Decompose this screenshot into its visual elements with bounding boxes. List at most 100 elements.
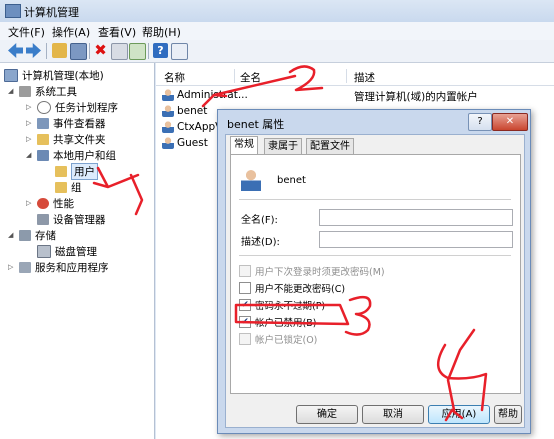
cannot-change-password-checkbox[interactable]: 用户不能更改密码(C) [239, 281, 345, 295]
device-manager-icon [37, 213, 49, 225]
performance-icon [37, 197, 49, 209]
tree-item-local-users-groups[interactable]: ◢ 本地用户和组 [26, 147, 116, 163]
apply-button[interactable]: 应用(A) [428, 405, 490, 424]
password-never-expires-checkbox[interactable]: ✔ 密码永不过期(P) [239, 298, 325, 312]
divider [239, 255, 511, 256]
tab-member-of[interactable]: 隶属于 [264, 138, 302, 154]
computer-management-icon [5, 4, 21, 18]
tree-item-performance[interactable]: ▷ 性能 [26, 195, 74, 211]
up-folder-icon[interactable] [52, 43, 67, 58]
dialog-title: benet 属性 [227, 118, 285, 131]
tree-item-shared-folders[interactable]: ▷ 共享文件夹 [26, 131, 106, 147]
column-fullname[interactable]: 全名 [240, 70, 261, 85]
check-icon: ✔ [239, 316, 251, 328]
tree-item-disk-management[interactable]: 磁盘管理 [37, 243, 97, 259]
expand-arrow-icon[interactable]: ▷ [26, 103, 34, 111]
checkbox-box [239, 265, 251, 277]
dialog-body: 常规 隶属于 配置文件 benet 全名(F): 描述(D): 用户下次登录时须… [225, 134, 525, 428]
collapse-arrow-icon[interactable]: ◢ [8, 87, 16, 95]
console-tree: 计算机管理(本地) ◢ 系统工具 ▷ 任务计划程序 ▷ 事件查看器 ▷ 共享文件… [0, 63, 155, 439]
collapse-arrow-icon[interactable]: ◢ [26, 151, 34, 159]
account-locked-checkbox[interactable]: 帐户已锁定(O) [239, 332, 317, 346]
user-icon [162, 121, 174, 133]
column-description[interactable]: 描述 [354, 70, 375, 85]
tab-general[interactable]: 常规 [230, 136, 258, 154]
expand-arrow-icon[interactable]: ▷ [26, 199, 34, 207]
tree-item-services-apps[interactable]: ▷ 服务和应用程序 [8, 259, 109, 275]
expand-arrow-icon[interactable]: ▷ [8, 263, 16, 271]
user-large-icon [241, 169, 261, 191]
storage-icon [19, 229, 31, 241]
description-field[interactable] [319, 231, 513, 248]
back-icon[interactable] [8, 43, 23, 58]
account-disabled-checkbox[interactable]: ✔ 帐户已禁用(B) [239, 315, 316, 329]
dialog-help-button[interactable]: ? [468, 113, 492, 131]
expand-arrow-icon[interactable]: ▷ [26, 119, 34, 127]
tree-item-event-viewer[interactable]: ▷ 事件查看器 [26, 115, 106, 131]
tree-item-task-scheduler[interactable]: ▷ 任务计划程序 [26, 99, 118, 115]
computer-icon [4, 68, 18, 82]
list-item[interactable]: Administrat... [162, 87, 248, 103]
list-item[interactable]: CtxAppV [162, 119, 222, 135]
check-icon: ✔ [239, 299, 251, 311]
cancel-button[interactable]: 取消 [362, 405, 424, 424]
menu-file[interactable]: 文件(F) [8, 24, 45, 40]
tools-icon [19, 85, 31, 97]
tree-item-device-manager[interactable]: 设备管理器 [37, 211, 106, 227]
properties-icon[interactable] [111, 43, 128, 60]
menu-action[interactable]: 操作(A) [52, 24, 90, 40]
fullname-field[interactable] [319, 209, 513, 226]
delete-icon[interactable]: ✖ [93, 43, 108, 58]
column-separator[interactable] [346, 69, 347, 83]
toolbar-separator [46, 43, 47, 59]
tree-item-system-tools[interactable]: ◢ 系统工具 [8, 83, 77, 99]
tree-item-users[interactable]: 用户 [55, 162, 98, 180]
user-icon [162, 89, 174, 101]
must-change-password-checkbox[interactable]: 用户下次登录时须更改密码(M) [239, 264, 385, 278]
services-icon [19, 261, 31, 273]
expand-arrow-icon[interactable]: ▷ [26, 135, 34, 143]
description-label: 描述(D): [241, 237, 280, 248]
forward-icon[interactable] [26, 43, 41, 58]
user-icon [162, 137, 174, 149]
tree-item-root[interactable]: 计算机管理(本地) [4, 67, 104, 83]
folder-icon [55, 165, 67, 177]
disk-icon [37, 244, 51, 258]
folder-icon [55, 181, 67, 193]
help-icon[interactable]: ? [153, 43, 168, 58]
menu-view[interactable]: 查看(V) [98, 24, 136, 40]
menu-help[interactable]: 帮助(H) [142, 24, 181, 40]
dialog-close-button[interactable]: ✕ [492, 113, 528, 131]
shared-folder-icon [37, 133, 49, 145]
tab-profile[interactable]: 配置文件 [306, 138, 354, 154]
list-item[interactable]: benet [162, 103, 207, 119]
export-list-icon[interactable] [129, 43, 146, 60]
tab-general-page: benet 全名(F): 描述(D): 用户下次登录时须更改密码(M) 用户不能… [230, 154, 521, 394]
fullname-label: 全名(F): [241, 215, 278, 226]
toolbar-separator [148, 43, 149, 59]
show-hide-tree-icon[interactable] [70, 43, 87, 60]
users-groups-icon [37, 149, 49, 161]
toolbar-separator [89, 43, 90, 59]
username-label: benet [277, 175, 306, 186]
toolbar: ✖ ? [0, 40, 554, 63]
list-header: 名称 全名 描述 [156, 67, 554, 86]
divider [239, 199, 511, 200]
menu-bar: 文件(F) 操作(A) 查看(V) 帮助(H) [0, 22, 554, 41]
list-item[interactable]: Guest [162, 135, 208, 151]
window-title: 计算机管理 [24, 6, 79, 19]
ok-button[interactable]: 确定 [296, 405, 358, 424]
list-item-description: 管理计算机(域)的内置帐户 [354, 91, 478, 103]
collapse-arrow-icon[interactable]: ◢ [8, 231, 16, 239]
tree-item-storage[interactable]: ◢ 存储 [8, 227, 56, 243]
checkbox-box [239, 333, 251, 345]
column-separator[interactable] [234, 69, 235, 83]
user-icon [162, 105, 174, 117]
event-viewer-icon [37, 117, 49, 129]
snapin-view-icon[interactable] [171, 43, 188, 60]
tree-item-groups[interactable]: 组 [55, 179, 82, 195]
column-name[interactable]: 名称 [164, 70, 185, 85]
help-button[interactable]: 帮助 [494, 405, 522, 424]
checkbox-box [239, 282, 251, 294]
window-titlebar: 计算机管理 [0, 0, 554, 23]
